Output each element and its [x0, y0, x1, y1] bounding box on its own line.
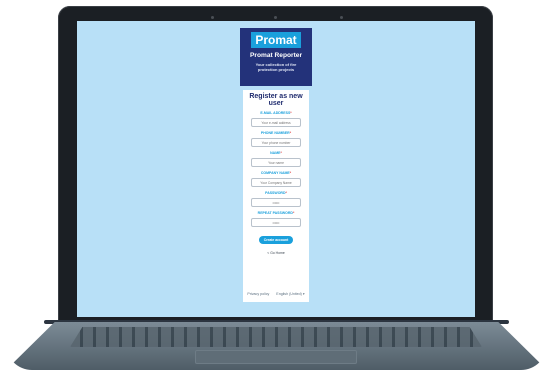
form-title: Register as new user	[249, 93, 303, 107]
field-label-text: PASSWORD	[265, 191, 286, 195]
email-label: E-MAIL ADDRESS*	[243, 111, 309, 116]
privacy-policy-link[interactable]: Privacy policy	[247, 292, 269, 296]
register-form: Register as new user E-MAIL ADDRESS* PHO…	[243, 90, 309, 302]
sensor-icon	[211, 16, 214, 19]
field-label-text: NAME	[270, 151, 281, 155]
field-label-text: COMPANY NAME	[260, 171, 290, 175]
phone-field[interactable]	[251, 138, 301, 147]
phone-label: PHONE NUMBER*	[243, 131, 309, 136]
repeat-password-field[interactable]	[251, 218, 301, 227]
field-label-text: E-MAIL ADDRESS	[260, 111, 291, 115]
app-header: Promat Promat Reporter Your collection o…	[240, 28, 312, 86]
tagline-line: protection projects	[257, 67, 295, 72]
language-select[interactable]: English (United) ▾	[276, 292, 304, 296]
laptop-screen: Promat Promat Reporter Your collection o…	[77, 21, 475, 317]
field-label-text: PHONE NUMBER	[260, 131, 290, 135]
password-field[interactable]	[251, 198, 301, 207]
company-label: COMPANY NAME*	[243, 171, 309, 176]
password-label: PASSWORD*	[243, 191, 309, 196]
create-account-button[interactable]: Create account	[259, 236, 293, 244]
required-mark: *	[289, 171, 292, 175]
repeat-password-label: REPEAT PASSWORD*	[243, 211, 309, 216]
go-home-link[interactable]: < Go Home	[243, 251, 309, 255]
name-label: NAME*	[243, 151, 309, 156]
laptop-keyboard	[70, 327, 482, 347]
required-mark: *	[280, 151, 282, 155]
app-tagline: Your collection of fire protection proje…	[240, 62, 312, 72]
required-mark: *	[290, 111, 292, 115]
promat-logo: Promat	[251, 32, 301, 48]
required-mark: *	[289, 131, 292, 135]
laptop-trackpad	[195, 350, 357, 364]
email-field[interactable]	[251, 118, 301, 127]
field-label-text: REPEAT PASSWORD	[257, 211, 293, 215]
page-footer: Privacy policy English (United) ▾	[77, 292, 475, 296]
sensor-icon	[340, 16, 343, 19]
webcam-icon	[274, 16, 277, 19]
company-field[interactable]	[251, 178, 301, 187]
app-title: Promat Reporter	[249, 52, 303, 59]
name-field[interactable]	[251, 158, 301, 167]
required-mark: *	[285, 191, 287, 195]
required-mark: *	[292, 211, 295, 215]
